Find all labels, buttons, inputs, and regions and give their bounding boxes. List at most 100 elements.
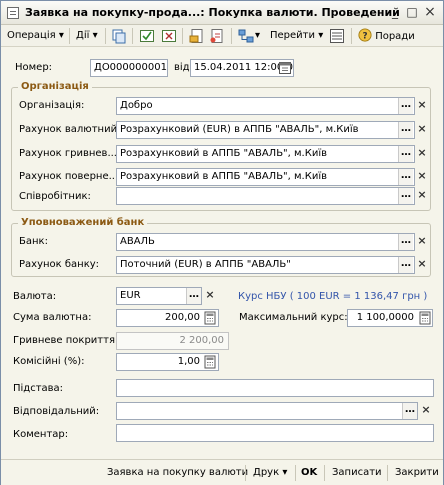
minimize-button[interactable]: _	[388, 6, 402, 20]
currency-clear-button[interactable]: ×	[202, 287, 218, 305]
help-button[interactable]: ? Поради	[358, 28, 415, 44]
bank-account-field[interactable]: Поточний (EUR) в АППБ "АВАЛЬ"	[116, 256, 415, 274]
command-bar: Заявка на покупку валюти Друк ▾ OK Запис…	[1, 459, 443, 485]
number-field[interactable]: ДО000000001	[90, 59, 168, 77]
window-title: Заявка на покупку-прода...: Покупка валю…	[25, 6, 400, 19]
ok-button[interactable]: OK	[301, 465, 317, 481]
close-form-button[interactable]: Закрити	[395, 465, 439, 481]
employee-select-button[interactable]: …	[398, 188, 413, 204]
comment-label: Коментар:	[13, 429, 69, 440]
structure-dropdown[interactable]: ▾	[255, 28, 260, 44]
org-select-button[interactable]: …	[398, 98, 413, 114]
chevron-down-icon: ▾	[255, 30, 261, 41]
org-field[interactable]: Добро	[116, 97, 415, 115]
command-separator	[324, 465, 325, 481]
currency-label: Валюта:	[13, 291, 57, 302]
uah-account-field[interactable]: Розрахунковий в АППБ "АВАЛЬ", м.Київ	[116, 145, 415, 163]
toolbar-separator	[182, 28, 183, 44]
currency-select-button[interactable]: …	[186, 288, 201, 304]
uah-cover-value: 2 200,00	[179, 335, 224, 346]
svg-text:?: ?	[362, 32, 367, 42]
org-value: Добро	[120, 100, 153, 111]
responsible-field[interactable]	[116, 402, 418, 420]
toolbar-separator	[132, 28, 133, 44]
document-window: Заявка на покупку-прода...: Покупка валю…	[0, 0, 444, 485]
currency-value: EUR	[120, 290, 141, 301]
amount-label: Сума валютна:	[13, 312, 92, 323]
bank-account-select-button[interactable]: …	[398, 257, 413, 273]
command-separator	[245, 465, 246, 481]
commission-label: Комісійні (%):	[13, 356, 85, 367]
amount-value: 200,00	[165, 312, 200, 323]
uah-account-select-button[interactable]: …	[398, 146, 413, 162]
request-button[interactable]: Заявка на покупку валюти	[107, 465, 248, 481]
comment-field[interactable]	[116, 424, 434, 442]
unpost-icon[interactable]	[161, 28, 177, 44]
responsible-select-button[interactable]: …	[402, 403, 417, 419]
print-label: Друк	[253, 467, 280, 478]
max-rate-label: Максимальний курс:	[239, 312, 348, 323]
currency-account-label: Рахунок валютний:	[19, 124, 121, 135]
return-account-clear-button[interactable]: ×	[414, 168, 430, 186]
bank-select-button[interactable]: …	[398, 234, 413, 250]
employee-field[interactable]	[116, 187, 415, 205]
title-bar: Заявка на покупку-прода...: Покупка валю…	[1, 1, 443, 25]
bank-account-value: Поточний (EUR) в АППБ "АВАЛЬ"	[120, 259, 291, 270]
organization-group-title: Організація	[18, 81, 92, 92]
responsible-label: Відповідальний:	[13, 406, 100, 417]
max-rate-value: 1 100,0000	[356, 312, 414, 323]
close-button[interactable]: ×	[423, 5, 437, 20]
print-menu[interactable]: Друк ▾	[253, 465, 287, 481]
calculator-icon[interactable]	[203, 354, 217, 370]
actions-menu[interactable]: Дії ▾	[76, 28, 98, 44]
document-icon	[7, 7, 19, 19]
return-account-label: Рахунок поверне...:	[19, 171, 122, 182]
number-label: Номер:	[15, 62, 53, 73]
maximize-button[interactable]: □	[405, 6, 419, 20]
actions-menu-label: Дії	[76, 30, 90, 41]
currency-account-clear-button[interactable]: ×	[414, 121, 430, 139]
nbu-rate-link[interactable]: Курс НБУ ( 100 EUR = 1 136,47 грн )	[238, 291, 427, 302]
employee-clear-button[interactable]: ×	[414, 187, 430, 205]
basis-field[interactable]	[116, 379, 434, 397]
calculator-icon[interactable]	[418, 310, 432, 326]
operation-menu[interactable]: Операція ▾	[7, 28, 64, 44]
chevron-down-icon: ▾	[58, 30, 64, 41]
uah-cover-label: Гривневе покриття:	[13, 335, 119, 346]
toolbar-separator	[105, 28, 106, 44]
calendar-icon[interactable]	[278, 60, 292, 76]
chevron-down-icon: ▾	[282, 467, 288, 478]
uah-account-clear-button[interactable]: ×	[414, 145, 430, 163]
responsible-clear-button[interactable]: ×	[418, 402, 434, 420]
list-icon[interactable]	[329, 28, 345, 44]
return-account-field[interactable]: Розрахунковий в АППБ "АВАЛЬ", м.Київ	[116, 168, 415, 186]
bank-account-clear-button[interactable]: ×	[414, 256, 430, 274]
basis-label: Підстава:	[13, 383, 64, 394]
currency-account-select-button[interactable]: …	[398, 122, 413, 138]
toolbar: Операція ▾ Дії ▾ ▾ Перейти ▾ ? Поради	[1, 25, 443, 47]
bank-label: Банк:	[19, 236, 48, 247]
return-account-select-button[interactable]: …	[398, 169, 413, 185]
employee-label: Співробітник:	[19, 191, 91, 202]
currency-account-field[interactable]: Розрахунковий (EUR) в АППБ "АВАЛЬ", м.Ки…	[116, 121, 415, 139]
bank-field[interactable]: АВАЛЬ	[116, 233, 415, 251]
save-button[interactable]: Записати	[332, 465, 382, 481]
copy-icon[interactable]	[111, 28, 127, 44]
goto-menu-label: Перейти	[270, 30, 315, 41]
chevron-down-icon: ▾	[318, 30, 324, 41]
uah-account-label: Рахунок гривнев...:	[19, 148, 121, 159]
uah-account-value: Розрахунковий в АППБ "АВАЛЬ", м.Київ	[120, 148, 328, 159]
date-label: від	[174, 62, 190, 73]
command-separator	[387, 465, 388, 481]
org-clear-button[interactable]: ×	[414, 97, 430, 115]
bank-value: АВАЛЬ	[120, 236, 155, 247]
operation-menu-label: Операція	[7, 30, 56, 41]
move-in-icon[interactable]	[189, 28, 205, 44]
help-icon: ?	[358, 28, 372, 42]
calculator-icon[interactable]	[203, 310, 217, 326]
goto-menu[interactable]: Перейти ▾	[270, 28, 323, 44]
bank-clear-button[interactable]: ×	[414, 233, 430, 251]
post-icon[interactable]	[139, 28, 155, 44]
move-out-icon[interactable]	[209, 28, 225, 44]
structure-icon[interactable]	[238, 28, 254, 44]
